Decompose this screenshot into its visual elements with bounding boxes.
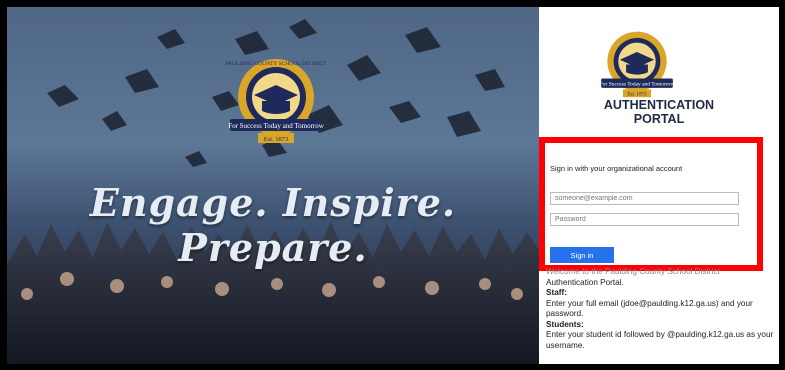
district-seal-logo-small: For Success Today and Tomorrow Est. 1873: [600, 31, 675, 98]
district-seal-logo: For Success Today and Tomorrow Est. 1873…: [226, 59, 328, 143]
students-instructions: Enter your student id followed by @pauld…: [546, 330, 774, 350]
seal-arc-text: PAULDING COUNTY SCHOOL DISTRICT: [226, 61, 328, 67]
auth-panel: For Success Today and Tomorrow Est. 1873…: [539, 7, 779, 364]
portal-title-line1: AUTHENTICATION: [603, 98, 715, 112]
hero-banner: For Success Today and Tomorrow Est. 1873…: [7, 7, 539, 364]
hero-tagline: Engage. Inspire. Prepare.: [89, 180, 457, 270]
seal-established-text-small: Est. 1873: [627, 92, 647, 98]
portal-title-line2: PORTAL: [633, 112, 685, 126]
staff-instructions: Enter your full email (jdoe@paulding.k12…: [546, 298, 753, 319]
seal-ribbon-text: For Success Today and Tomorrow: [228, 122, 325, 130]
email-field[interactable]: [550, 192, 739, 205]
password-field[interactable]: [550, 213, 739, 226]
seal-ribbon-text-small: For Success Today and Tomorrow: [600, 82, 675, 88]
signin-instructions: Welcome to the Paulding County School Di…: [546, 267, 774, 351]
staff-heading: Staff:: [546, 288, 567, 297]
signin-heading: Sign in with your organizational account: [550, 164, 683, 173]
browser-frame: For Success Today and Tomorrow Est. 1873…: [0, 0, 785, 370]
seal-established-text: Est. 1873: [264, 136, 289, 143]
signin-form: Sign in with your organizational account…: [539, 137, 763, 271]
students-heading: Students:: [546, 319, 584, 329]
welcome-line-partial: Welcome to the Paulding County School Di…: [546, 267, 720, 276]
welcome-line: Authentication Portal.: [546, 277, 624, 287]
portal-title: AUTHENTICATION PORTAL: [539, 98, 779, 126]
signin-button[interactable]: Sign in: [550, 247, 614, 263]
